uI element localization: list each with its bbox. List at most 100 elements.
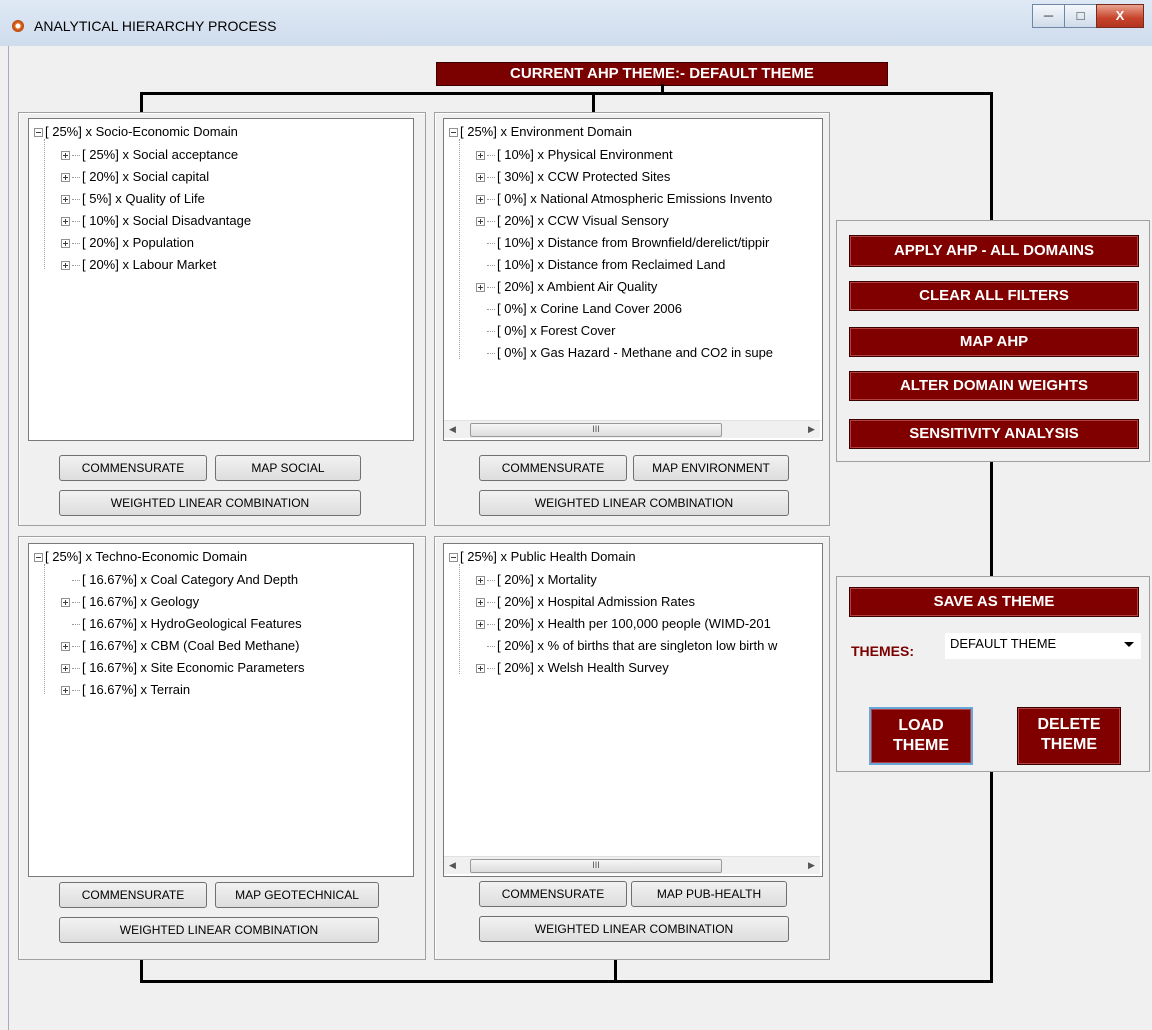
expand-icon[interactable] [476,664,485,674]
expand-icon[interactable] [61,261,70,271]
tree-node[interactable]: [ 16.67%] x Geology [61,592,199,612]
save-as-theme-button[interactable]: SAVE AS THEME [849,587,1139,617]
tree-leaf[interactable]: [ 10%] x Distance from Reclaimed Land [487,255,725,275]
tree-node[interactable]: [ 0%] x National Atmospheric Emissions I… [476,189,772,209]
tree-node[interactable]: [ 16.67%] x CBM (Coal Bed Methane) [61,636,300,656]
commensurate-button[interactable]: COMMENSURATE [59,882,207,908]
tree-connector [72,265,80,267]
weighted-linear-combination-button[interactable]: WEIGHTED LINEAR COMBINATION [59,490,361,516]
tree-node[interactable]: [ 10%] x Physical Environment [476,145,673,165]
weighted-linear-combination-button[interactable]: WEIGHTED LINEAR COMBINATION [479,916,789,942]
tree-leaf[interactable]: [ 16.67%] x Coal Category And Depth [72,570,298,590]
expand-icon[interactable] [61,598,70,608]
tree-root[interactable]: [ 25%] x Public Health Domain [449,547,636,567]
tree-node[interactable]: [ 20%] x Mortality [476,570,597,590]
sensitivity-analysis-button[interactable]: SENSITIVITY ANALYSIS [849,419,1139,449]
themes-dropdown[interactable]: DEFAULT THEME [945,633,1141,659]
scroll-right-icon[interactable]: ▶ [803,421,820,438]
collapse-icon[interactable] [34,553,43,563]
tree-node[interactable]: [ 30%] x CCW Protected Sites [476,167,670,187]
tree-node[interactable]: [ 20%] x Population [61,233,194,253]
expand-icon[interactable] [61,664,70,674]
scroll-thumb[interactable]: III [470,859,722,873]
commensurate-button[interactable]: COMMENSURATE [479,455,627,481]
expand-icon[interactable] [61,217,70,227]
collapse-icon[interactable] [34,128,43,138]
tree-leaf[interactable]: [ 0%] x Forest Cover [487,321,615,341]
expand-icon[interactable] [61,239,70,249]
tree-leaf[interactable]: [ 20%] x % of births that are singleton … [487,636,777,656]
tree-node[interactable]: [ 20%] x CCW Visual Sensory [476,211,669,231]
environment-tree[interactable]: [ 25%] x Environment Domain [ 10%] x Phy… [443,118,823,441]
expand-icon[interactable] [61,151,70,161]
commensurate-button[interactable]: COMMENSURATE [479,881,627,907]
commensurate-button[interactable]: COMMENSURATE [59,455,207,481]
health-domain-panel: [ 25%] x Public Health Domain [ 20%] x M… [434,536,830,960]
collapse-icon[interactable] [449,128,458,138]
tree-guide [459,564,460,674]
techno-tree[interactable]: [ 25%] x Techno-Economic Domain [ 16.67%… [28,543,414,877]
close-button[interactable]: X [1096,4,1144,28]
scroll-left-icon[interactable]: ◀ [444,421,461,438]
tree-root[interactable]: [ 25%] x Environment Domain [449,122,632,142]
expand-icon[interactable] [476,283,485,293]
tree-node[interactable]: [ 20%] x Welsh Health Survey [476,658,669,678]
minimize-button[interactable]: ─ [1032,4,1065,28]
tree-node-label: [ 16.67%] x Terrain [82,682,191,697]
expand-icon[interactable] [61,642,70,652]
delete-theme-button[interactable]: DELETE THEME [1017,707,1121,765]
map-social-button[interactable]: MAP SOCIAL [215,455,361,481]
horizontal-scrollbar[interactable]: ◀ III ▶ [444,420,820,438]
tree-root[interactable]: [ 25%] x Techno-Economic Domain [34,547,247,567]
expand-icon[interactable] [61,686,70,696]
tree-connector [487,602,495,604]
map-ahp-button[interactable]: MAP AHP [849,327,1139,357]
expand-icon[interactable] [476,151,485,161]
weighted-linear-combination-button[interactable]: WEIGHTED LINEAR COMBINATION [59,917,379,943]
tree-leaf[interactable]: [ 10%] x Distance from Brownfield/dereli… [487,233,769,253]
tree-root-label: [ 25%] x Public Health Domain [460,549,636,564]
tree-leaf[interactable]: [ 0%] x Gas Hazard - Methane and CO2 in … [487,343,773,363]
tree-node[interactable]: [ 16.67%] x Terrain [61,680,190,700]
expand-icon[interactable] [476,576,485,586]
tree-root-label: [ 25%] x Socio-Economic Domain [45,124,238,139]
expand-icon[interactable] [476,195,485,205]
tree-node[interactable]: [ 20%] x Ambient Air Quality [476,277,657,297]
apply-ahp-all-domains-button[interactable]: APPLY AHP - ALL DOMAINS [849,235,1139,267]
scroll-right-icon[interactable]: ▶ [803,857,820,874]
tree-node[interactable]: [ 20%] x Health per 100,000 people (WIMD… [476,614,771,634]
social-tree[interactable]: [ 25%] x Socio-Economic Domain [ 25%] x … [28,118,414,441]
weighted-linear-combination-button[interactable]: WEIGHTED LINEAR COMBINATION [479,490,789,516]
tree-node[interactable]: [ 10%] x Social Disadvantage [61,211,251,231]
expand-icon[interactable] [61,195,70,205]
map-geotechnical-button[interactable]: MAP GEOTECHNICAL [215,882,379,908]
horizontal-scrollbar[interactable]: ◀ III ▶ [444,856,820,874]
scroll-thumb[interactable]: III [470,423,722,437]
tree-root[interactable]: [ 25%] x Socio-Economic Domain [34,122,238,142]
map-pub-health-button[interactable]: MAP PUB-HEALTH [631,881,787,907]
tree-node[interactable]: [ 25%] x Social acceptance [61,145,238,165]
tree-node[interactable]: [ 20%] x Labour Market [61,255,216,275]
collapse-icon[interactable] [449,553,458,563]
tree-node[interactable]: [ 5%] x Quality of Life [61,189,205,209]
clear-all-filters-button[interactable]: CLEAR ALL FILTERS [849,281,1139,311]
health-tree[interactable]: [ 25%] x Public Health Domain [ 20%] x M… [443,543,823,877]
tree-root-label: [ 25%] x Environment Domain [460,124,632,139]
expand-icon[interactable] [476,598,485,608]
tree-leaf[interactable]: [ 0%] x Corine Land Cover 2006 [487,299,682,319]
maximize-button[interactable]: □ [1064,4,1097,28]
chevron-down-icon[interactable] [1124,642,1134,647]
tree-node-label: [ 0%] x Forest Cover [497,323,616,338]
expand-icon[interactable] [476,620,485,630]
expand-icon[interactable] [476,217,485,227]
expand-icon[interactable] [476,173,485,183]
tree-leaf[interactable]: [ 16.67%] x HydroGeological Features [72,614,302,634]
load-theme-button[interactable]: LOAD THEME [869,707,973,765]
scroll-left-icon[interactable]: ◀ [444,857,461,874]
map-environment-button[interactable]: MAP ENVIRONMENT [633,455,789,481]
alter-domain-weights-button[interactable]: ALTER DOMAIN WEIGHTS [849,371,1139,401]
tree-node[interactable]: [ 20%] x Social capital [61,167,209,187]
tree-node[interactable]: [ 16.67%] x Site Economic Parameters [61,658,305,678]
expand-icon[interactable] [61,173,70,183]
tree-node[interactable]: [ 20%] x Hospital Admission Rates [476,592,695,612]
